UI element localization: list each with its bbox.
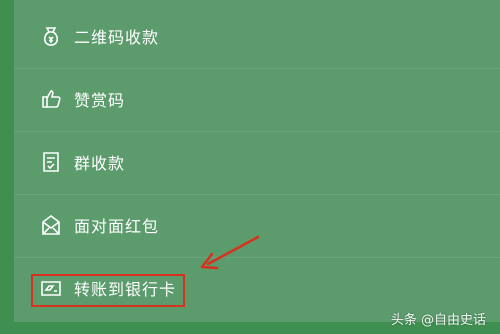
wallet-menu-panel: 二维码收款 赞赏码 群收款 面对面红包 转账到银行卡 — [14, 0, 500, 322]
money-bag-icon — [39, 24, 63, 48]
menu-item-label: 面对面红包 — [74, 217, 160, 236]
menu-item-group-receipt[interactable]: 群收款 — [14, 130, 500, 195]
red-envelope-icon — [39, 213, 63, 237]
menu-item-face-to-face-red-packet[interactable]: 面对面红包 — [14, 193, 500, 258]
menu-item-label: 群收款 — [74, 154, 126, 173]
menu-item-label: 转账到银行卡 — [74, 280, 177, 299]
thumbs-up-icon — [39, 87, 63, 111]
menu-item-qr-receive[interactable]: 二维码收款 — [14, 4, 500, 69]
receipt-icon — [39, 150, 63, 174]
bank-card-transfer-icon — [39, 276, 63, 300]
menu-item-appreciation-code[interactable]: 赞赏码 — [14, 67, 500, 132]
menu-item-label: 赞赏码 — [74, 91, 126, 110]
menu-item-label: 二维码收款 — [74, 28, 160, 47]
watermark: 头条 @自由史话 — [390, 313, 486, 328]
